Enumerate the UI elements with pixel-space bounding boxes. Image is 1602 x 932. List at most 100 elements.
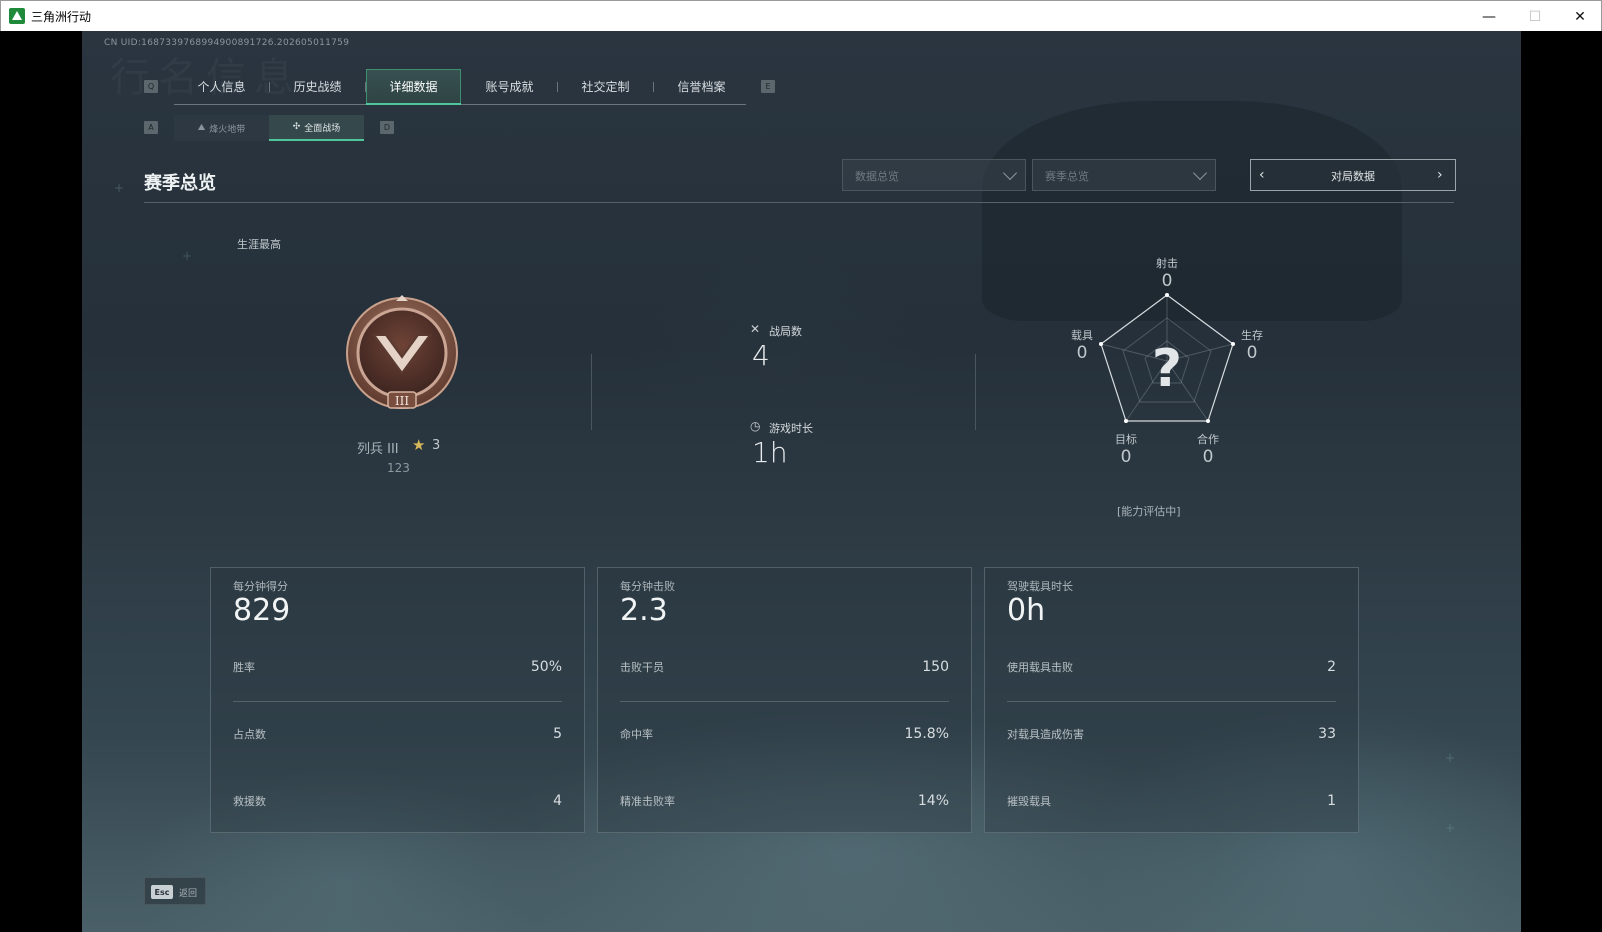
card-row-value: 50% (530, 659, 562, 675)
decor-plus-icon: + (1445, 821, 1456, 835)
rank-star-count: 3 (432, 438, 441, 453)
card-row-value: 14% (917, 793, 949, 809)
card-head-label: 驾驶载具时长 (1007, 580, 1073, 593)
subtab-operations-label: 烽火地带 (209, 124, 246, 135)
radar-shooting-label: 射击 (1156, 257, 1178, 270)
radar-teamwork-label: 合作 (1197, 433, 1219, 446)
rank-name: 列兵 III (357, 442, 399, 457)
card-row-value: 33 (1318, 726, 1336, 742)
minimize-button[interactable]: — (1466, 1, 1512, 32)
tab-personal-info[interactable]: 个人信息 (174, 69, 269, 104)
card-row-label: 精准击败率 (620, 795, 675, 808)
column-divider (591, 354, 592, 430)
matches-value: 4 (752, 339, 770, 372)
score-card: 每分钟得分 829 胜率 50% 占点数 5 救援数 4 (210, 567, 585, 833)
card-row-label: 胜率 (233, 661, 255, 674)
row-divider (1007, 701, 1336, 702)
back-label: 返回 (179, 889, 198, 899)
key-hint-q[interactable]: Q (144, 80, 158, 93)
vehicle-card: 驾驶载具时长 0h 使用载具击败 2 对载具造成伤害 33 摧毁载具 1 (984, 567, 1359, 833)
card-row: 使用载具击败 2 (1007, 659, 1336, 679)
game-viewport: 行名信息 CN UID:1687339768994900891726.20260… (82, 31, 1521, 932)
card-row-value: 5 (553, 726, 562, 742)
close-button[interactable]: ✕ (1557, 1, 1602, 32)
back-button[interactable]: Esc 返回 (144, 877, 206, 905)
decor-plus-icon: + (1445, 751, 1456, 765)
card-row-value: 1 (1327, 793, 1336, 809)
radar-vehicle-value: 0 (1076, 343, 1088, 363)
tab-history[interactable]: 历史战绩 (270, 69, 365, 104)
card-row-value: 150 (922, 659, 949, 675)
maximize-button[interactable]: ☐ (1512, 1, 1558, 32)
radar-vehicle-label: 载具 (1071, 329, 1093, 342)
window-titlebar: 三角洲行动 — ☐ ✕ (0, 0, 1602, 31)
badge-numeral: III (395, 394, 409, 408)
letterbox-right (1521, 31, 1602, 932)
playtime-label: 游戏时长 (769, 422, 813, 435)
radar-survival-value: 0 (1246, 343, 1258, 363)
match-data-pager: ‹ 对局数据 › (1250, 159, 1456, 191)
matches-label: 战局数 (769, 325, 802, 338)
row-divider (620, 701, 949, 702)
card-head-label: 每分钟击败 (620, 580, 675, 593)
key-hint-a[interactable]: A (144, 121, 158, 134)
card-head-value: 0h (1007, 593, 1046, 628)
subtab-warfare[interactable]: ✣ 全面战场 (269, 115, 364, 141)
data-overview-dropdown[interactable]: 数据总览 (842, 159, 1026, 191)
data-overview-value: 数据总览 (855, 170, 899, 183)
card-row: 救援数 4 (233, 793, 562, 813)
card-row-value: 2 (1327, 659, 1336, 675)
decor-plus-icon: + (182, 249, 193, 263)
app-logo-icon (9, 8, 25, 24)
chevron-down-icon (1192, 165, 1208, 181)
card-head-value: 2.3 (620, 593, 668, 628)
season-dropdown[interactable]: 赛季总览 (1032, 159, 1216, 191)
key-hint-e[interactable]: E (761, 80, 775, 93)
radar-objective-label: 目标 (1115, 433, 1137, 446)
card-row: 胜率 50% (233, 659, 562, 679)
card-head-label: 每分钟得分 (233, 580, 288, 593)
crossed-swords-icon: ✕ (750, 322, 761, 336)
tab-social[interactable]: 社交定制 (558, 69, 653, 104)
decor-plus-icon: + (114, 181, 125, 195)
row-divider (233, 701, 562, 702)
esc-key: Esc (151, 885, 173, 899)
rank-badge-icon: III (346, 295, 458, 409)
ability-radar-chart: ? (1099, 293, 1235, 423)
tab-achievements[interactable]: 账号成就 (462, 69, 557, 104)
season-value: 赛季总览 (1045, 170, 1089, 183)
tab-detailed-data[interactable]: 详细数据 (366, 69, 461, 105)
mode-subtabs: ⛰ 烽火地带 ✣ 全面战场 (174, 115, 364, 141)
mountain-icon: ⛰ (197, 123, 206, 133)
card-row-label: 命中率 (620, 728, 653, 741)
playtime-value: 1h (752, 436, 788, 469)
crosshair-icon: ✣ (292, 122, 301, 132)
card-row-label: 占点数 (233, 728, 266, 741)
card-row: 占点数 5 (233, 726, 562, 746)
radar-teamwork-value: 0 (1202, 447, 1214, 467)
radar-shooting-value: 0 (1161, 271, 1173, 291)
tab-reputation[interactable]: 信誉档案 (654, 69, 749, 104)
pager-label: 对局数据 (1331, 170, 1375, 183)
column-divider (975, 354, 976, 430)
card-row-label: 使用载具击败 (1007, 661, 1073, 674)
letterbox-left (0, 31, 82, 932)
career-best-label: 生涯最高 (237, 238, 281, 251)
radar-survival-label: 生存 (1241, 329, 1263, 342)
card-row-label: 救援数 (233, 795, 266, 808)
stopwatch-icon: ◷ (750, 419, 761, 433)
card-row: 摧毁载具 1 (1007, 793, 1336, 813)
chevron-down-icon (1002, 165, 1018, 181)
card-row: 对载具造成伤害 33 (1007, 726, 1336, 746)
card-row-label: 摧毁载具 (1007, 795, 1051, 808)
window-title: 三角洲行动 (31, 10, 92, 24)
chevron-right-icon[interactable]: › (1437, 168, 1449, 182)
card-head-value: 829 (233, 593, 291, 628)
uid-text: CN UID:1687339768994900891726.2026050117… (104, 38, 350, 48)
card-row: 命中率 15.8% (620, 726, 949, 746)
key-hint-d[interactable]: D (380, 121, 394, 134)
card-row-label: 击败干员 (620, 661, 664, 674)
main-tabs: 个人信息 历史战绩 详细数据 账号成就 社交定制 信誉档案 (174, 69, 746, 105)
kills-card: 每分钟击败 2.3 击败干员 150 命中率 15.8% 精准击败率 14% (597, 567, 972, 833)
subtab-operations[interactable]: ⛰ 烽火地带 (174, 115, 269, 141)
